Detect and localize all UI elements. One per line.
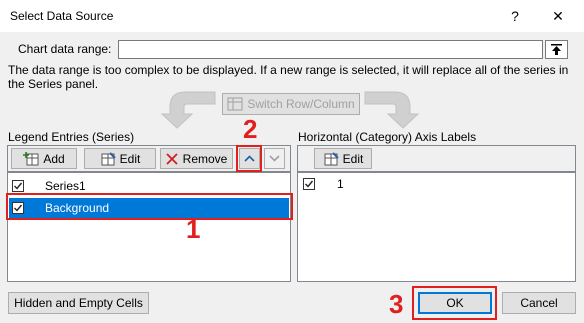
series1-label: Series1	[45, 179, 86, 193]
move-down-button[interactable]	[264, 148, 285, 169]
help-button[interactable]: ?	[498, 4, 532, 28]
range-message: The data range is too complex to be disp…	[8, 63, 569, 91]
annotation-number-2: 2	[243, 114, 258, 144]
cancel-button[interactable]: Cancel	[502, 292, 576, 314]
dialog-title: Select Data Source	[10, 9, 114, 23]
legend-entries-heading: Legend Entries (Series)	[8, 130, 135, 144]
collapse-arrow-icon	[551, 44, 562, 55]
remove-series-button[interactable]: Remove	[160, 148, 233, 169]
annotation-number-3: 3	[389, 289, 404, 319]
axis-labels-list[interactable]: 1	[297, 172, 576, 282]
collapse-range-button[interactable]	[545, 40, 568, 59]
add-icon	[23, 151, 39, 165]
axis-1-checkbox[interactable]	[303, 178, 315, 190]
annotation-box-3	[412, 286, 497, 320]
chart-data-range-label: Chart data range:	[18, 42, 112, 56]
axis-1-label: 1	[337, 177, 344, 191]
axis-labels-heading: Horizontal (Category) Axis Labels	[298, 130, 477, 144]
chart-data-range-input[interactable]	[118, 40, 543, 59]
check-icon	[14, 182, 23, 190]
chevron-down-icon	[269, 155, 280, 162]
series1-checkbox[interactable]	[12, 180, 24, 192]
annotation-box-2	[236, 145, 262, 172]
add-series-button[interactable]: Add	[11, 148, 77, 169]
annotation-box-1	[6, 193, 293, 220]
switch-row-column-button[interactable]: Switch Row/Column	[222, 93, 360, 115]
hidden-empty-cells-button[interactable]: Hidden and Empty Cells	[8, 292, 149, 314]
switch-icon	[227, 97, 243, 111]
check-icon	[305, 180, 314, 188]
list-item-axis-1[interactable]: 1	[298, 174, 575, 194]
close-icon: ✕	[552, 8, 564, 24]
annotation-number-1: 1	[186, 214, 201, 244]
edit-series-button[interactable]: Edit	[84, 148, 156, 169]
legend-list[interactable]: Series1 Background	[7, 172, 291, 282]
edit-axis-labels-button[interactable]: Edit	[314, 148, 372, 169]
close-button[interactable]: ✕	[541, 4, 575, 28]
remove-icon	[166, 152, 178, 165]
edit-icon	[324, 151, 339, 165]
edit-icon	[101, 151, 116, 165]
